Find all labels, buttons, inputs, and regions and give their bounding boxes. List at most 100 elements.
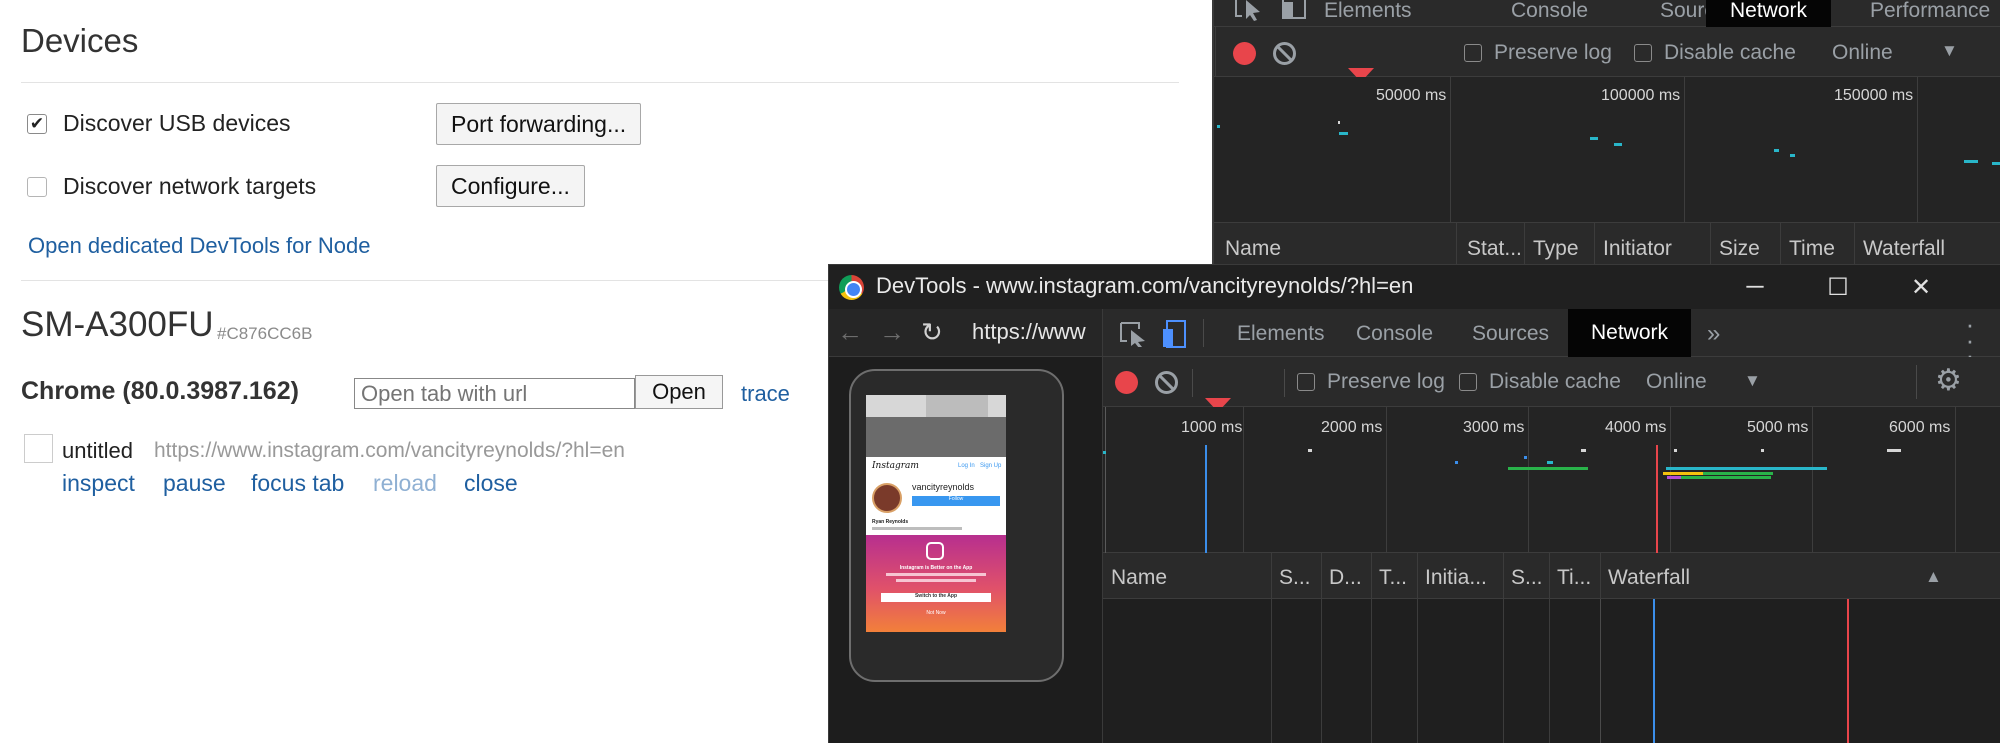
inspect-element-icon[interactable] [1234, 0, 1266, 22]
disable-cache-box[interactable] [1634, 44, 1652, 62]
tick-label: 2000 ms [1321, 419, 1383, 436]
preserve-log-box[interactable] [1297, 373, 1315, 391]
column-status[interactable]: Stat... [1467, 237, 1522, 261]
maximize-icon[interactable]: ☐ [1808, 271, 1868, 303]
device-toolbar-icon[interactable] [1161, 319, 1189, 349]
inspect-element-icon[interactable] [1119, 321, 1149, 347]
tab-console[interactable]: Console [1336, 317, 1453, 350]
tab-performance[interactable]: Performance [1850, 0, 2000, 27]
column-divider [1271, 599, 1272, 743]
close-link[interactable]: close [464, 470, 518, 497]
window-titlebar[interactable]: DevTools - www.instagram.com/vancityreyn… [829, 265, 2000, 309]
tab-console[interactable]: Console [1491, 0, 1608, 27]
disable-cache-checkbox[interactable]: Disable cache [1459, 370, 1621, 394]
preserve-log-checkbox[interactable]: Preserve log [1297, 370, 1445, 394]
trace-link[interactable]: trace [741, 381, 790, 407]
request-bar [1308, 449, 1312, 452]
forward-icon[interactable]: → [879, 317, 905, 348]
column-divider [1710, 223, 1711, 270]
request-bar [1339, 132, 1348, 135]
column-waterfall[interactable]: Waterfall [1608, 566, 1690, 590]
request-bar [1581, 449, 1586, 452]
discover-usb-row[interactable]: ✔ Discover USB devices [27, 110, 291, 137]
column-time[interactable]: Ti... [1557, 566, 1591, 590]
column-name[interactable]: Name [1111, 566, 1167, 590]
column-divider [1780, 223, 1781, 270]
tab-elements[interactable]: Elements [1304, 0, 1432, 27]
configure-button[interactable]: Configure... [436, 165, 585, 207]
load-event-line [1656, 445, 1658, 553]
device-name: SM-A300FU [21, 305, 214, 344]
profile-username: vancityreynolds [912, 482, 975, 492]
column-type[interactable]: T... [1379, 566, 1407, 590]
column-divider [1503, 553, 1504, 599]
record-icon[interactable] [1115, 371, 1138, 394]
screencast-url-input[interactable]: https://www [972, 319, 1100, 345]
request-bar [1455, 461, 1458, 464]
background-devtools: Elements Console Sources Network Perform… [1212, 0, 2000, 270]
tab-network[interactable]: Network [1568, 309, 1691, 357]
disable-cache-checkbox[interactable]: Disable cache [1634, 41, 1796, 65]
column-divider [1549, 599, 1550, 743]
disable-cache-label: Disable cache [1489, 370, 1621, 393]
column-initiator[interactable]: Initia... [1425, 566, 1487, 590]
discover-usb-checkbox[interactable]: ✔ [27, 113, 47, 134]
instagram-camera-icon [926, 542, 944, 560]
column-type[interactable]: Type [1533, 237, 1579, 261]
inspect-link[interactable]: inspect [62, 470, 135, 497]
column-size[interactable]: Size [1719, 237, 1760, 261]
throttle-select[interactable]: Online [1832, 41, 1893, 65]
open-button[interactable]: Open [635, 375, 723, 409]
clear-icon[interactable] [1155, 371, 1178, 394]
page-title: Devices [21, 22, 139, 59]
open-tab-url-input[interactable] [354, 378, 635, 409]
tick-label: 100000 ms [1601, 87, 1681, 104]
column-status[interactable]: S... [1279, 566, 1311, 590]
tab-elements[interactable]: Elements [1217, 317, 1345, 350]
request-bar [1666, 467, 1696, 470]
column-initiator[interactable]: Initiator [1603, 237, 1672, 261]
column-domain[interactable]: D... [1329, 566, 1362, 590]
tab-network[interactable]: Network [1706, 0, 1831, 27]
more-tabs-icon[interactable]: » [1687, 317, 1740, 350]
phone-login-link: Log In [958, 463, 975, 469]
focus-tab-link[interactable]: focus tab [251, 470, 344, 497]
request-bar [1524, 456, 1527, 459]
grid-line [1670, 407, 1671, 553]
port-forwarding-button[interactable]: Port forwarding... [436, 103, 642, 145]
close-icon[interactable]: ✕ [1891, 271, 1951, 303]
dom-content-loaded-line [1205, 445, 1207, 553]
throttle-dropdown-icon[interactable]: ▼ [1744, 371, 1761, 391]
column-size[interactable]: S... [1511, 566, 1543, 590]
grid-line [1955, 407, 1956, 553]
window-title: DevTools - www.instagram.com/vancityreyn… [876, 273, 1414, 298]
discover-network-row[interactable]: Discover network targets [27, 173, 316, 200]
column-waterfall[interactable]: Waterfall [1863, 237, 1945, 261]
sort-ascending-icon[interactable]: ▲ [1925, 567, 1942, 587]
disable-cache-box[interactable] [1459, 373, 1477, 391]
settings-gear-icon[interactable]: ⚙ [1935, 363, 1962, 398]
column-name[interactable]: Name [1225, 237, 1281, 261]
minimize-icon[interactable]: ─ [1725, 271, 1785, 303]
throttle-dropdown-icon[interactable]: ▼ [1941, 41, 1958, 61]
back-icon[interactable]: ← [837, 317, 863, 348]
preserve-log-box[interactable] [1464, 44, 1482, 62]
clear-icon[interactable] [1273, 42, 1296, 65]
network-toolbar: Preserve log Disable cache Online ▼ [1214, 27, 2000, 96]
discover-usb-label: Discover USB devices [63, 110, 291, 136]
reload-link: reload [373, 470, 437, 496]
node-devtools-link[interactable]: Open dedicated DevTools for Node [28, 233, 370, 259]
target-page-title: untitled [62, 438, 133, 463]
pause-link[interactable]: pause [163, 470, 226, 497]
record-icon[interactable] [1233, 42, 1256, 65]
throttle-select[interactable]: Online [1646, 370, 1707, 394]
reload-icon[interactable]: ↻ [921, 317, 943, 348]
column-divider [1549, 553, 1550, 599]
phone-screen[interactable]: Instagram Log In Sign Up vancityreynolds… [866, 395, 1006, 632]
target-page-url: https://www.instagram.com/vancityreynold… [154, 439, 625, 462]
preserve-log-checkbox[interactable]: Preserve log [1464, 41, 1612, 65]
tab-sources[interactable]: Sources [1452, 317, 1569, 350]
discover-network-checkbox[interactable] [27, 176, 47, 197]
tick-label: 150000 ms [1834, 87, 1914, 104]
column-time[interactable]: Time [1789, 237, 1835, 261]
